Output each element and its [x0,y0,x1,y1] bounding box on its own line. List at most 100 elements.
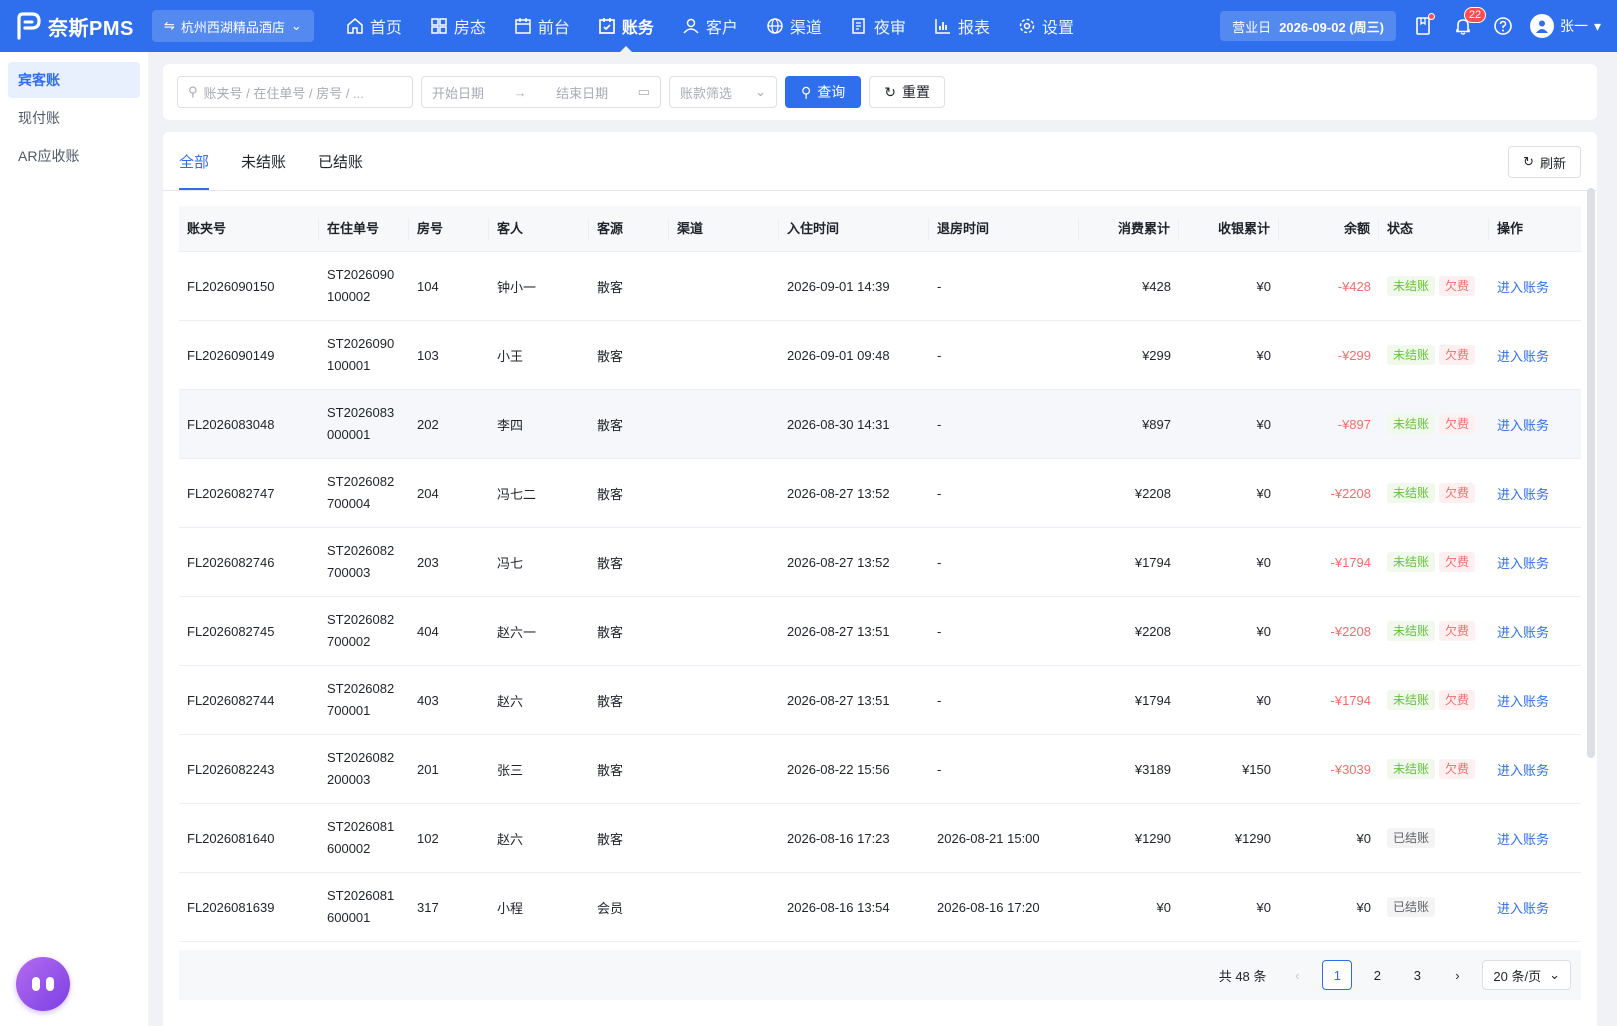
header-guest[interactable]: 客人 [489,217,589,240]
nav-item-accounts[interactable]: 账务 [584,0,668,52]
hotel-select[interactable]: ⇋ 杭州西湖精品酒店 ⌄ [152,10,314,42]
folio-table: 账夹号 在住单号 房号 客人 客源 渠道 入住时间 退房时间 消费累计 收银累计… [179,206,1581,980]
enter-account-link[interactable]: 进入账务 [1489,346,1581,365]
tab-unsettled[interactable]: 未结账 [241,132,286,190]
globe-icon [767,18,783,34]
nav-item-night-audit[interactable]: 夜审 [836,0,920,52]
enter-account-link[interactable]: 进入账务 [1489,622,1581,641]
next-page-button[interactable]: › [1442,960,1472,990]
nav-label: 渠道 [789,20,822,37]
enter-account-link[interactable]: 进入账务 [1489,760,1581,779]
page-2-button[interactable]: 2 [1362,960,1392,990]
reset-button[interactable]: ↻ 重置 [869,76,945,108]
table-row[interactable]: FL2026081639 ST2026081 600001 317 小程 会员 2026-0… [179,873,1581,942]
header-source[interactable]: 客源 [589,217,669,240]
header-payments[interactable]: 收银累计 [1179,217,1279,240]
stay-number-line2: 700004 [327,496,371,511]
balance: ¥0 [1356,899,1371,915]
payments-total: ¥0 [1256,416,1271,432]
header-channel[interactable]: 渠道 [669,217,779,240]
table-row[interactable]: FL2026082744 ST2026082 700001 403 赵六 散客 2026-0… [179,666,1581,735]
gear-icon [1019,18,1035,34]
table-row[interactable]: FL2026082745 ST2026082 700002 404 赵六一 散客 2026-… [179,597,1581,666]
search-input[interactable]: ⚲ 账夹号 / 在住单号 / 房号 / ... [177,76,413,108]
page-3-button[interactable]: 3 [1402,960,1432,990]
date-range-picker[interactable]: 开始日期 → 结束日期 ▭ [421,76,661,108]
room-number: 404 [417,623,439,639]
user-name: 张一 [1559,18,1588,34]
nav-item-channels[interactable]: 渠道 [752,0,836,52]
arrears-badge: 欠费 [1439,276,1476,296]
nav-item-home[interactable]: 首页 [332,0,416,52]
enter-account-link[interactable]: 进入账务 [1489,277,1581,296]
sidebar-item-cash-ledger[interactable]: 现付账 [8,100,140,136]
memo-unread-dot [1427,13,1435,20]
notifications-button[interactable]: 22 [1450,7,1486,39]
table-row[interactable]: FL2026082747 ST2026082 700004 204 冯七二 散客 2026-… [179,459,1581,528]
checkout-time: - [937,416,942,432]
enter-account-link[interactable]: 进入账务 [1489,484,1581,503]
table-row[interactable]: FL2026090149 ST2026090 100001 103 小王 散客 2026-0… [179,321,1581,390]
app-logo[interactable]: 奈斯PMS [16,12,134,41]
status-cell: 未结账 欠费 [1379,621,1489,641]
header-room[interactable]: 房号 [409,217,489,240]
account-status-select[interactable]: 账款筛选 ⌄ [669,76,777,108]
header-checkout[interactable]: 退房时间 [929,217,1079,240]
header-balance[interactable]: 余额 [1279,217,1379,240]
header-charges[interactable]: 消费累计 [1079,217,1179,240]
charges-total: ¥299 [1142,347,1171,363]
reset-icon: ↻ [884,83,896,100]
caret-down-icon: ▾ [1593,17,1601,34]
nav-item-settings[interactable]: 设置 [1004,0,1088,52]
help-button[interactable] [1490,13,1516,39]
table-row[interactable]: FL2026083048 ST2026083 000001 202 李四 散客 2026-0… [179,390,1581,459]
nav-item-reports[interactable]: 报表 [920,0,1004,52]
enter-account-link[interactable]: 进入账务 [1489,553,1581,572]
charges-total: ¥2208 [1134,485,1171,501]
user-icon [683,18,699,34]
stay-number-line2: 700002 [327,634,371,649]
vertical-scrollbar[interactable] [1587,188,1595,758]
room-number: 202 [417,416,439,432]
refresh-button[interactable]: ↻ 刷新 [1508,146,1581,178]
table-body: FL2026090150 ST2026090 100002 104 钟小一 散客 2026-… [179,252,1581,980]
logo-mark-icon [16,12,42,40]
table-row[interactable]: FL2026082746 ST2026082 700003 203 冯七 散客 2026-0… [179,528,1581,597]
memo-button[interactable] [1410,13,1436,39]
sidebar-item-guest-ledger[interactable]: 宾客账 [8,62,140,98]
stay-number: ST2026082 200003 [319,747,409,791]
stay-number: ST2026090 100002 [319,264,409,308]
sidebar: 宾客账 现付账 AR应收账 [0,52,148,1026]
nav-item-front-desk[interactable]: 前台 [500,0,584,52]
table-row[interactable]: FL2026081640 ST2026081 600002 102 赵六 散客 2026-0… [179,804,1581,873]
main-nav: 首页 房态 前台 账务 客户 渠道 夜审 报表 设置 [332,0,1088,52]
enter-account-link[interactable]: 进入账务 [1489,415,1581,434]
nav-label: 客户 [705,20,738,37]
ai-assistant-button[interactable] [16,957,70,1011]
header-stay-no[interactable]: 在住单号 [319,217,409,240]
reset-button-label: 重置 [902,84,930,100]
stay-number-line2: 100001 [327,358,371,373]
tab-settled[interactable]: 已结账 [318,132,363,190]
header-folio-no[interactable]: 账夹号 [179,217,319,240]
table-row[interactable]: FL2026090150 ST2026090 100002 104 钟小一 散客 2026-… [179,252,1581,321]
header-checkin[interactable]: 入住时间 [779,217,929,240]
guest-source: 散客 [597,831,624,847]
prev-page-button[interactable]: ‹ [1282,960,1312,990]
tab-all[interactable]: 全部 [179,132,210,190]
folio-number: FL2026090149 [187,347,275,363]
stay-number-line2: 100002 [327,289,371,304]
query-button[interactable]: ⚲ 查询 [785,76,862,108]
table-row[interactable]: FL2026082243 ST2026082 200003 201 张三 散客 2026-0… [179,735,1581,804]
balance: -¥897 [1337,416,1371,432]
enter-account-link[interactable]: 进入账务 [1489,691,1581,710]
page-size-select[interactable]: 20 条/页 ⌄ [1482,960,1571,990]
sidebar-item-ar-ledger[interactable]: AR应收账 [8,138,140,174]
user-menu[interactable]: 张一 ▾ [1529,14,1601,38]
page-1-button[interactable]: 1 [1322,960,1353,990]
nav-item-room-status[interactable]: 房态 [416,0,500,52]
checkout-time: 2026-08-16 17:20 [937,899,1040,915]
enter-account-link[interactable]: 进入账务 [1489,829,1581,848]
nav-item-customers[interactable]: 客户 [668,0,752,52]
enter-account-link[interactable]: 进入账务 [1489,898,1581,917]
